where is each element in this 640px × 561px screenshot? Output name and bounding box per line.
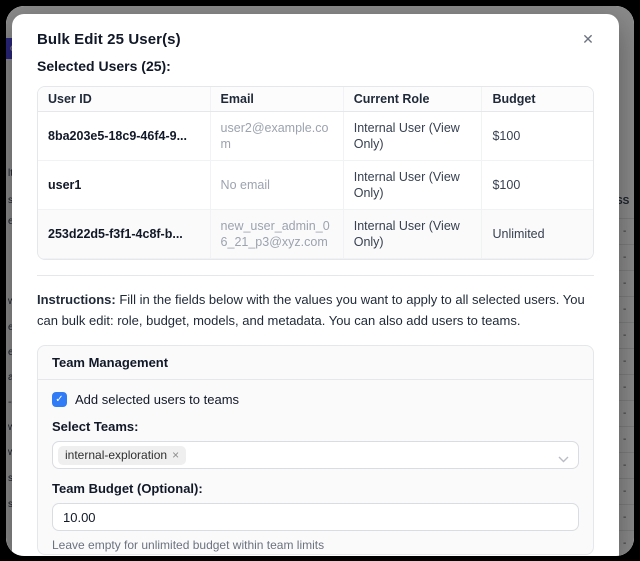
table-row: 253d22d5-f3f1-4c8f-b...new_user_admin_06… — [38, 210, 593, 259]
bulk-edit-modal: Bulk Edit 25 User(s) ✕ Selected Users (2… — [12, 14, 619, 556]
table-header-row: User ID Email Current Role Budget — [38, 87, 593, 112]
selected-users-table: User ID Email Current Role Budget 8ba203… — [37, 86, 594, 260]
team-tag-label: internal-exploration — [65, 448, 167, 463]
col-header-user-id: User ID — [38, 87, 210, 112]
instructions-label: Instructions: — [37, 292, 116, 307]
cell-uid: 8ba203e5-18c9-46f4-9... — [38, 112, 210, 161]
team-management-title: Team Management — [38, 346, 593, 380]
col-header-budget: Budget — [482, 87, 593, 112]
col-header-current-role: Current Role — [343, 87, 482, 112]
instructions-body: Fill in the fields below with the values… — [37, 292, 585, 328]
selected-team-tag: internal-exploration × — [58, 446, 186, 465]
team-budget-input[interactable] — [52, 503, 579, 531]
budget-hint-text: Leave empty for unlimited budget within … — [52, 538, 579, 552]
cell-role: Internal User (View Only) — [343, 161, 482, 210]
cell-uid: 253d22d5-f3f1-4c8f-b... — [38, 210, 210, 259]
select-teams-label: Select Teams: — [52, 419, 579, 434]
chevron-down-icon[interactable] — [558, 450, 569, 468]
modal-header: Bulk Edit 25 User(s) ✕ — [12, 14, 619, 48]
teams-multiselect[interactable]: internal-exploration × — [52, 441, 579, 469]
cell-email: inter — [210, 259, 343, 261]
table-row: 8ba203e5-18c9-46f4-9...user2@example.com… — [38, 112, 593, 161]
cell-uid: 5dbd2335-cdd6-47ca-b... — [38, 259, 210, 261]
app-window: e ltseerweear-qwwstst SS ------------- B… — [6, 6, 634, 556]
cell-role: Internal User (View Only) — [343, 259, 482, 261]
cell-budget: $100 — [482, 112, 593, 161]
close-icon[interactable]: ✕ — [577, 28, 599, 50]
cell-email: user2@example.com — [210, 112, 343, 161]
cell-role: Internal User (View Only) — [343, 112, 482, 161]
cell-uid: user1 — [38, 161, 210, 210]
modal-title: Bulk Edit 25 User(s) — [37, 31, 594, 48]
team-management-body: ✓ Add selected users to teams Select Tea… — [38, 380, 593, 555]
checkbox-label: Add selected users to teams — [75, 392, 239, 407]
instructions-text: Instructions: Fill in the fields below w… — [12, 276, 619, 331]
add-users-to-teams-checkbox-row[interactable]: ✓ Add selected users to teams — [52, 392, 579, 407]
team-budget-label: Team Budget (Optional): — [52, 481, 579, 496]
checkbox-icon[interactable]: ✓ — [52, 392, 67, 407]
remove-tag-icon[interactable]: × — [172, 448, 179, 463]
users-table-body: 8ba203e5-18c9-46f4-9...user2@example.com… — [38, 112, 593, 261]
cell-budget: Unlimited — [482, 210, 593, 259]
cell-email: No email — [210, 161, 343, 210]
cell-budget: Unlimited — [482, 259, 593, 261]
table-row: user1No emailInternal User (View Only)$1… — [38, 161, 593, 210]
cell-budget: $100 — [482, 161, 593, 210]
cell-role: Internal User (View Only) — [343, 210, 482, 259]
table-row: 5dbd2335-cdd6-47ca-b...interInternal Use… — [38, 259, 593, 261]
cell-email: new_user_admin_06_21_p3@xyz.com — [210, 210, 343, 259]
selected-users-label: Selected Users (25): — [12, 48, 619, 74]
team-management-panel: Team Management ✓ Add selected users to … — [37, 345, 594, 555]
col-header-email: Email — [210, 87, 343, 112]
